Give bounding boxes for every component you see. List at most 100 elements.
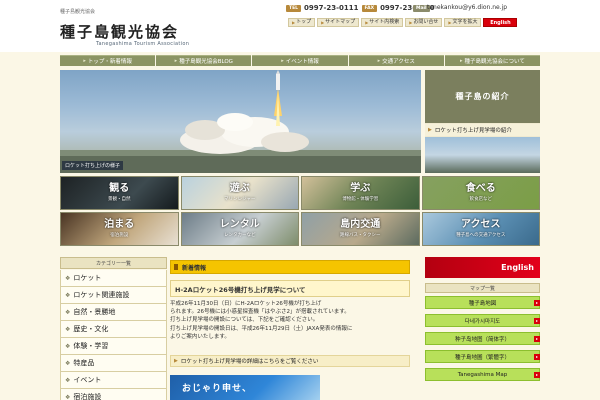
util-top-label: トップ [296,19,312,25]
category-access[interactable]: アクセス 種子島への交通アクセス [421,212,540,246]
category-subtitle: マリンレジャー [224,197,256,202]
arrow-right-icon: ▸ [83,58,86,64]
util-sitemap[interactable]: ▶ サイトマップ [317,18,360,27]
map-link-traditional-chinese[interactable]: 種子島地圖（繁體字） ▸ [425,350,540,363]
news-heading: 新着情報 [170,260,410,274]
sidebar-item-nature[interactable]: ❖ 自然・景勝地 [60,304,167,321]
rocket-launch-illustration [60,70,421,173]
map-list-heading: マップ一覧 [425,283,540,293]
sidebar-item-lodging[interactable]: ❖ 宿泊施設 [60,389,167,400]
news-body-line: よりご案内いたします。 [170,333,230,340]
category-island-transport[interactable]: 島内交通 路線バス・タクシー [301,212,420,246]
nav-tab-label: 交通アクセス [382,59,415,65]
util-contact[interactable]: ▶ お問い合せ [405,18,443,27]
category-eat[interactable]: 食べる 飲食店など [421,176,540,210]
tel-badge: TEL [286,4,302,12]
category-subtitle: 博物館・体験学習 [342,197,379,202]
map-link-label: 种子岛地图（简体字） [454,336,510,343]
map-list: 種子島地図 ▸ 다네가시마지도 ▸ 种子岛地图（简体字） ▸ 種子島地圖（繁體字） ▸ … [425,296,540,381]
external-link-icon: ▸ [534,336,540,342]
bullet-icon: ❖ [65,359,71,367]
bullet-icon: ❖ [65,308,71,316]
news-detail-link-label: ロケット打ち上げ見学場の詳細はこちらをご覧ください [180,359,319,365]
util-search-label: サイト内検索 [369,19,400,25]
news-body-line: 打ち上げ見学場の開設日は、平成26年11月29日（土）JAXA発表の情報に [170,325,353,332]
external-link-icon: ▸ [534,300,540,306]
arrow-right-icon: ▶ [292,20,296,25]
sidebar-item-events[interactable]: ❖ イベント [60,372,167,389]
bullet-icon: ❖ [65,376,71,384]
sidebar-item-label: 宿泊施設 [73,393,102,400]
news-body-line: 平成26年11月30日（日）にH-2Aロケット26号機が打ち上げ [170,301,322,307]
viewing-area-photo [425,137,540,173]
category-subtitle: 宿泊施設 [110,233,129,238]
map-link-simplified-chinese[interactable]: 种子岛地图（简体字） ▸ [425,332,540,345]
news-body: 平成26年11月30日（日）にH-2Aロケット26号機が打ち上げ られます。26… [170,300,410,341]
sidebar-item-history[interactable]: ❖ 歴史・文化 [60,321,167,338]
util-font-size[interactable]: ▶ 文字を拡大 [444,18,482,27]
sidebar-item-rocket[interactable]: ❖ ロケット [60,270,167,287]
category-see[interactable]: 観る 景観・自然 [60,176,179,210]
arrow-right-icon: ▶ [365,20,369,25]
left-sidebar-list: ❖ ロケット ❖ ロケット関連施設 ❖ 自然・景勝地 ❖ 歴史・文化 ❖ 体験・学習 ❖ 特… [60,270,167,400]
category-title: 島内交通 [340,219,381,230]
map-link-english[interactable]: Tanegashima Map ▸ [425,368,540,381]
util-font-size-label: 文字を拡大 [452,19,478,25]
side-banner-link[interactable]: ▶ ロケット打ち上げ見学場の紹介 [425,124,540,136]
util-search[interactable]: ▶ サイト内検索 [361,18,404,27]
ojari-banner[interactable]: おじゃり申せ、 [170,375,320,400]
utility-nav: ▶ トップ ▶ サイトマップ ▶ サイト内検索 ▶ お問い合せ ▶ 文字を拡大 Engli… [288,18,518,27]
nav-tab-top[interactable]: ▸ トップ・新着情報 [60,55,156,66]
tel-number: 0997-23-0111 [304,4,359,12]
mail-address[interactable]: tanekankou@y6.dion.ne.jp [427,4,507,12]
sidebar-item-experience[interactable]: ❖ 体験・学習 [60,338,167,355]
category-learn[interactable]: 学ぶ 博物館・体験学習 [301,176,420,210]
category-stay[interactable]: 泊まる 宿泊施設 [60,212,179,246]
sidebar-item-label: ロケット関連施設 [73,291,130,299]
util-sitemap-label: サイトマップ [325,19,356,25]
sidebar-item-label: ロケット [73,274,102,282]
bullet-icon: ❖ [65,274,71,282]
side-banner-title[interactable]: 種子島の紹介 [425,70,540,123]
nav-tab-events[interactable]: ▸ イベント情報 [252,55,348,66]
english-banner[interactable]: English [425,257,540,278]
sidebar-item-label: 特産品 [73,359,95,367]
arrow-right-icon: ▶ [428,127,432,133]
news-detail-link[interactable]: ▶ ロケット打ち上げ見学場の詳細はこちらをご覧ください [170,355,410,367]
news-title[interactable]: H-2Aロケット26号機打ち上げ見学について [170,280,410,297]
sidebar-item-rocket-facilities[interactable]: ❖ ロケット関連施設 [60,287,167,304]
nav-tab-access[interactable]: ▸ 交通アクセス [348,55,444,66]
nav-tab-label: イベント情報 [285,59,319,65]
external-link-icon: ▸ [534,372,540,378]
category-title: レンタル [219,219,260,230]
arrow-right-icon: ▸ [281,58,284,64]
category-title: 遊ぶ [229,183,250,194]
site-logo[interactable]: 種子島観光協会 [60,21,179,42]
category-title: 観る [109,183,130,194]
fax-badge: FAX [361,4,378,12]
hero-caption: ロケット打ち上げの様子 [62,161,124,170]
main-nav: ▸ トップ・新着情報 ▸ 種子島観光協会BLOG ▸ イベント情報 ▸ 交通アクセス ▸… [60,55,541,66]
category-title: 食べる [465,183,496,194]
sidebar-item-label: イベント [73,376,102,384]
map-link-japanese[interactable]: 種子島地図 ▸ [425,296,540,309]
map-link-korean[interactable]: 다네가시마지도 ▸ [425,314,540,327]
news-body-line: られます。26号機には小惑星探査機「はやぶさ2」が搭載されています。 [170,309,350,316]
nav-tab-blog[interactable]: ▸ 種子島観光協会BLOG [156,55,252,66]
left-sidebar-heading: カテゴリー一覧 [60,257,167,269]
arrow-right-icon: ▶ [321,20,325,25]
sidebar-item-specialties[interactable]: ❖ 特産品 [60,355,167,372]
arrow-right-icon: ▸ [174,58,178,64]
english-button[interactable]: English [483,18,518,27]
hero-image-rocket-launch [60,70,421,173]
external-link-icon: ▸ [534,354,540,360]
util-top[interactable]: ▶ トップ [288,18,316,27]
arrow-right-icon: ▸ [459,58,463,64]
bullet-icon: ❖ [65,342,71,350]
category-rental[interactable]: レンタル レンタカーなど [180,212,299,246]
external-link-icon: ▸ [534,318,540,324]
nav-tab-about[interactable]: ▸ 種子島観光協会について [444,55,541,66]
category-play[interactable]: 遊ぶ マリンレジャー [180,176,299,210]
map-link-label: 다네가시마지도 [464,318,501,325]
nav-tab-label: トップ・新着情報 [87,59,132,65]
